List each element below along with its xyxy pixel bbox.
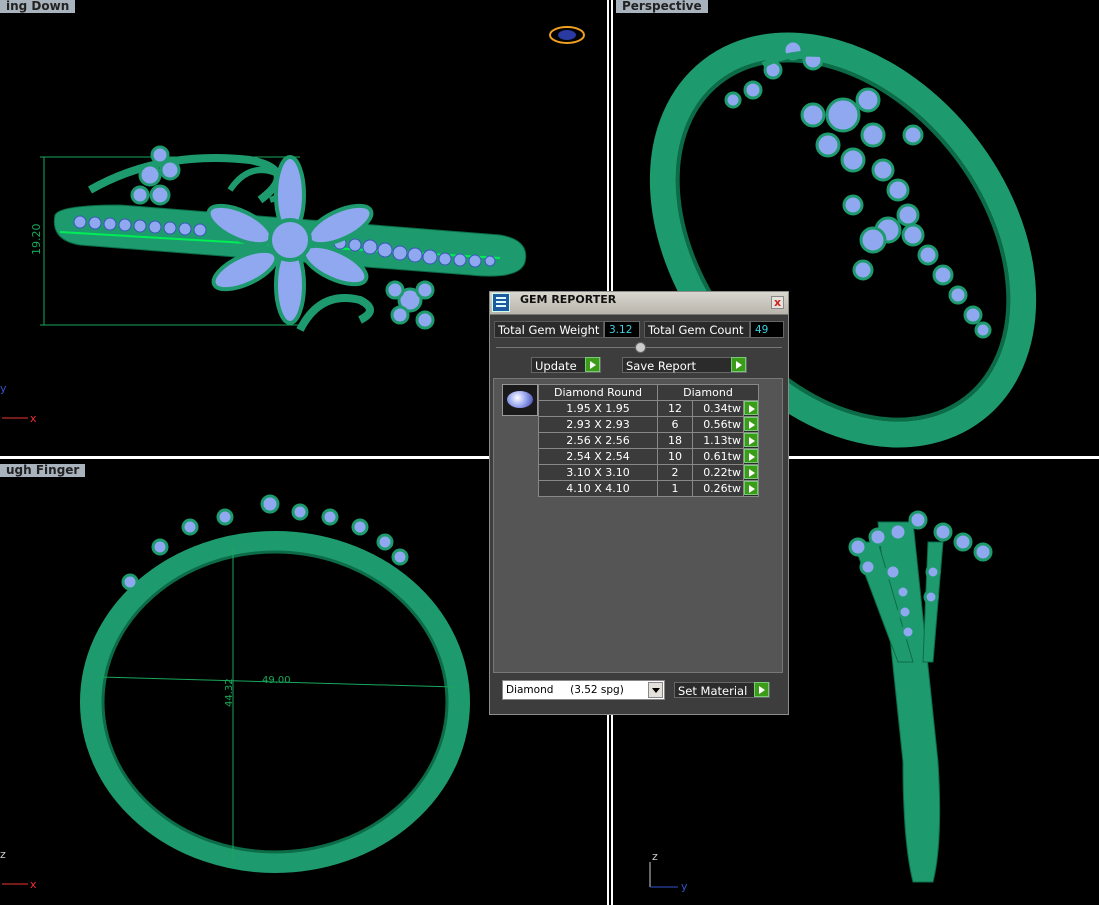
column-header-material: Diamond (657, 384, 759, 401)
row-select-cell[interactable] (743, 416, 759, 433)
table-row[interactable]: 1.95 X 1.95 12 0.34tw (538, 400, 759, 417)
axis-z-label-br: z (652, 850, 658, 863)
dimension-width-text: 49.00 (262, 675, 291, 686)
dimension-inner-text: 44.32 (224, 678, 235, 707)
gem-size: 3.10 X 3.10 (538, 464, 658, 481)
gem-size: 2.93 X 2.93 (538, 416, 658, 433)
close-icon[interactable]: x (771, 296, 784, 309)
row-select-cell[interactable] (743, 448, 759, 465)
total-gem-weight-value: 3.12 (604, 321, 640, 338)
table-row[interactable]: 2.93 X 2.93 6 0.56tw (538, 416, 759, 433)
save-report-button[interactable]: Save Report (622, 357, 747, 373)
gem-reporter-panel: GEM REPORTER x Total Gem Weight 3.12 Tot… (489, 291, 789, 715)
table-row[interactable]: 2.54 X 2.54 10 0.61tw (538, 448, 759, 465)
row-select-cell[interactable] (743, 432, 759, 449)
gem-reporter-title: GEM REPORTER (520, 293, 617, 306)
gem-total-weight: 0.34tw (692, 400, 744, 417)
gem-total-weight: 0.56tw (692, 416, 744, 433)
total-gem-count-label: Total Gem Count (644, 321, 750, 338)
chevron-down-icon[interactable] (648, 682, 663, 698)
gem-reporter-titlebar[interactable]: GEM REPORTER x (490, 292, 788, 315)
row-play-icon[interactable] (744, 401, 758, 415)
gem-reporter-app-icon (492, 293, 510, 312)
dimension-height-text: 19.20 (30, 224, 43, 256)
gem-table-header: Diamond Round Diamond (538, 384, 759, 401)
material-select-value: Diamond (3.52 spg) (506, 684, 624, 696)
axis-x-label: x (30, 412, 37, 425)
row-select-cell[interactable] (743, 480, 759, 497)
gem-table: Diamond Round Diamond 1.95 X 1.95 12 0.3… (538, 384, 759, 497)
gem-count: 12 (657, 400, 693, 417)
gem-count: 10 (657, 448, 693, 465)
gem-total-weight: 0.61tw (692, 448, 744, 465)
gem-list[interactable]: Diamond Round Diamond 1.95 X 1.95 12 0.3… (493, 378, 783, 673)
gem-size: 2.56 X 2.56 (538, 432, 658, 449)
save-report-play-icon[interactable] (731, 357, 746, 372)
gem-count: 2 (657, 464, 693, 481)
update-play-icon[interactable] (585, 357, 600, 372)
set-material-play-icon[interactable] (754, 682, 769, 697)
axis-y-label: y (0, 382, 7, 395)
row-select-cell[interactable] (743, 400, 759, 417)
panel-splitter-handle[interactable] (635, 342, 646, 353)
row-play-icon[interactable] (744, 417, 758, 431)
axis-y-label-br: y (681, 880, 688, 893)
table-row[interactable]: 2.56 X 2.56 18 1.13tw (538, 432, 759, 449)
gem-total-weight: 0.26tw (692, 480, 744, 497)
table-row[interactable]: 4.10 X 4.10 1 0.26tw (538, 480, 759, 497)
axis-x-label-bl: x (30, 878, 37, 891)
gem-count: 6 (657, 416, 693, 433)
material-select[interactable]: Diamond (3.52 spg) (502, 680, 665, 700)
row-select-cell[interactable] (743, 464, 759, 481)
gem-total-weight: 0.22tw (692, 464, 744, 481)
table-row[interactable]: 3.10 X 3.10 2 0.22tw (538, 464, 759, 481)
gem-size: 1.95 X 1.95 (538, 400, 658, 417)
total-gem-weight-label: Total Gem Weight (494, 321, 604, 338)
diamond-round-thumbnail[interactable] (502, 384, 538, 416)
gem-count: 18 (657, 432, 693, 449)
gem-count: 1 (657, 480, 693, 497)
gem-total-weight: 1.13tw (692, 432, 744, 449)
row-play-icon[interactable] (744, 481, 758, 495)
gem-size: 2.54 X 2.54 (538, 448, 658, 465)
row-play-icon[interactable] (744, 449, 758, 463)
axis-z-label-bl: z (0, 848, 6, 861)
column-header-shape: Diamond Round (538, 384, 658, 401)
gem-size: 4.10 X 4.10 (538, 480, 658, 497)
total-gem-count-value: 49 (750, 321, 784, 338)
row-play-icon[interactable] (744, 465, 758, 479)
row-play-icon[interactable] (744, 433, 758, 447)
